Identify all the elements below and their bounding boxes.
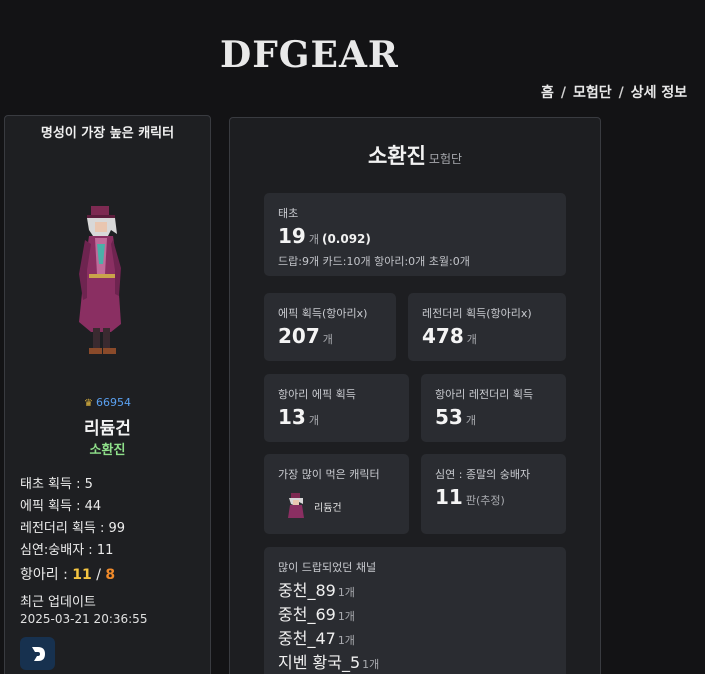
jar-epic-unit: 개 <box>308 414 319 427</box>
taecho-unit: 개 <box>308 233 319 246</box>
breadcrumb-detail[interactable]: 상세 정보 <box>631 85 687 101</box>
character-stats: 태초 획득 : 5 에픽 획득 : 44 레전더리 획득 : 99 심연:숭배자… <box>20 474 125 588</box>
legendary-value: 478 개 <box>422 324 477 348</box>
jar-legendary-unit: 개 <box>465 414 476 427</box>
card-title: 명성이 가장 높은 캐릭터 <box>40 126 175 141</box>
abyss-label: 심연 : 종말의 숭배자 <box>435 468 531 481</box>
dfgear-d-logo-icon[interactable] <box>20 637 55 670</box>
legendary-unit: 개 <box>466 333 477 346</box>
abyss-unit: 판(추정) <box>465 494 505 507</box>
channel-item: 중천_69 1개 <box>278 603 379 627</box>
channel-count: 1개 <box>337 586 355 599</box>
stat-abyss: 심연:숭배자 : 11 <box>20 543 114 558</box>
mini-character-avatar[interactable] <box>284 492 308 520</box>
channel-item: 중천_47 1개 <box>278 627 379 651</box>
channel-item: 중천_89 1개 <box>278 579 379 603</box>
panel-header: 소환진 모험단 <box>230 140 600 170</box>
fame-number: 66954 <box>95 396 131 409</box>
stat-jar-sep: / <box>91 567 106 583</box>
channel-count: 1개 <box>362 658 380 671</box>
epic-unit: 개 <box>322 333 333 346</box>
jar-legendary-number: 53 <box>435 405 463 429</box>
top-fame-character-card: 명성이 가장 높은 캐릭터 ♛ 66954 리듐건 소환진 태초 획득 : 5 에… <box>4 115 211 674</box>
channels-box: 많이 드랍되었던 채널 중천_89 1개 중천_69 1개 중천_47 1개 지벤 황… <box>264 547 566 674</box>
d-logo-glyph <box>31 646 45 661</box>
abyss-value: 11 판(추정) <box>435 485 505 509</box>
channel-name: 지벤 황국_5 <box>278 653 361 672</box>
abyss-number: 11 <box>435 485 463 509</box>
jar-epic-number: 13 <box>278 405 306 429</box>
channel-name: 중천_47 <box>278 629 336 648</box>
epic-label: 에픽 획득(항아리x) <box>278 307 368 320</box>
character-sprite[interactable] <box>67 204 139 364</box>
legendary-label: 레전더리 획득(항아리x) <box>422 307 532 320</box>
breadcrumb-separator: / <box>560 85 567 101</box>
channel-name: 중천_69 <box>278 605 336 624</box>
channels-list: 중천_89 1개 중천_69 1개 중천_47 1개 지벤 황국_5 1개 <box>278 579 379 674</box>
taecho-label: 태초 <box>278 207 299 220</box>
jar-legendary-value: 53 개 <box>435 405 476 429</box>
channel-name: 중천_89 <box>278 581 336 600</box>
taecho-value: 19 개 (0.092) <box>278 224 371 248</box>
stat-jar: 항아리 : 11 / 8 <box>20 562 125 588</box>
taecho-detail: 드랍:9개 카드:10개 항아리:0개 초월:0개 <box>278 255 470 268</box>
channels-label: 많이 드랍되었던 채널 <box>278 561 377 574</box>
taecho-ratio: (0.092) <box>321 232 371 246</box>
fame-value: ♛ 66954 <box>5 396 210 409</box>
jar-epic-value: 13 개 <box>278 405 319 429</box>
channel-item: 지벤 황국_5 1개 <box>278 651 379 674</box>
breadcrumb-adventure-group[interactable]: 모험단 <box>573 85 612 101</box>
taecho-box: 태초 19 개 (0.092) 드랍:9개 카드:10개 항아리:0개 초월:0개 <box>264 193 566 276</box>
epic-value: 207 개 <box>278 324 333 348</box>
jar-epic-label: 항아리 에픽 획득 <box>278 388 356 401</box>
channel-count: 1개 <box>337 610 355 623</box>
jar-epic-box: 항아리 에픽 획득 13 개 <box>264 374 409 442</box>
taecho-number: 19 <box>278 224 306 248</box>
epic-number: 207 <box>278 324 320 348</box>
site-logo[interactable]: DFGEAR <box>220 34 399 76</box>
character-class: 소환진 <box>89 443 126 458</box>
stat-jar-legendary: 8 <box>105 567 116 583</box>
breadcrumb-separator: / <box>618 85 624 101</box>
legendary-number: 478 <box>422 324 464 348</box>
crown-icon: ♛ <box>84 398 93 409</box>
most-eaten-box: 가장 많이 먹은 캐릭터 리듐건 <box>264 454 409 534</box>
updated-label: 최근 업데이트 <box>20 595 96 610</box>
character-name[interactable]: 리듐건 <box>5 414 210 439</box>
abyss-box: 심연 : 종말의 숭배자 11 판(추정) <box>421 454 566 534</box>
stat-jar-label: 항아리 : <box>20 567 73 583</box>
most-eaten-label: 가장 많이 먹은 캐릭터 <box>278 468 380 481</box>
stat-taecho: 태초 획득 : 5 <box>20 477 93 492</box>
adventure-group-subtitle: 모험단 <box>428 152 463 166</box>
epic-box: 에픽 획득(항아리x) 207 개 <box>264 293 396 361</box>
jar-legendary-label: 항아리 레전더리 획득 <box>435 388 534 401</box>
breadcrumb: 홈 / 모험단 / 상세 정보 <box>541 82 687 102</box>
breadcrumb-home[interactable]: 홈 <box>541 85 554 101</box>
channel-count: 1개 <box>337 634 355 647</box>
stat-epic: 에픽 획득 : 44 <box>20 499 102 514</box>
most-eaten-character-name[interactable]: 리듐건 <box>314 499 342 514</box>
adventure-group-panel: 소환진 모험단 태초 19 개 (0.092) 드랍:9개 카드:10개 항아리:0개… <box>229 117 601 674</box>
jar-legendary-box: 항아리 레전더리 획득 53 개 <box>421 374 566 442</box>
stat-jar-epic: 11 <box>72 567 92 583</box>
adventure-group-name: 소환진 <box>367 144 426 168</box>
updated-time: 2025-03-21 20:36:55 <box>20 612 148 626</box>
legendary-box: 레전더리 획득(항아리x) 478 개 <box>408 293 566 361</box>
stat-legendary: 레전더리 획득 : 99 <box>20 521 126 536</box>
